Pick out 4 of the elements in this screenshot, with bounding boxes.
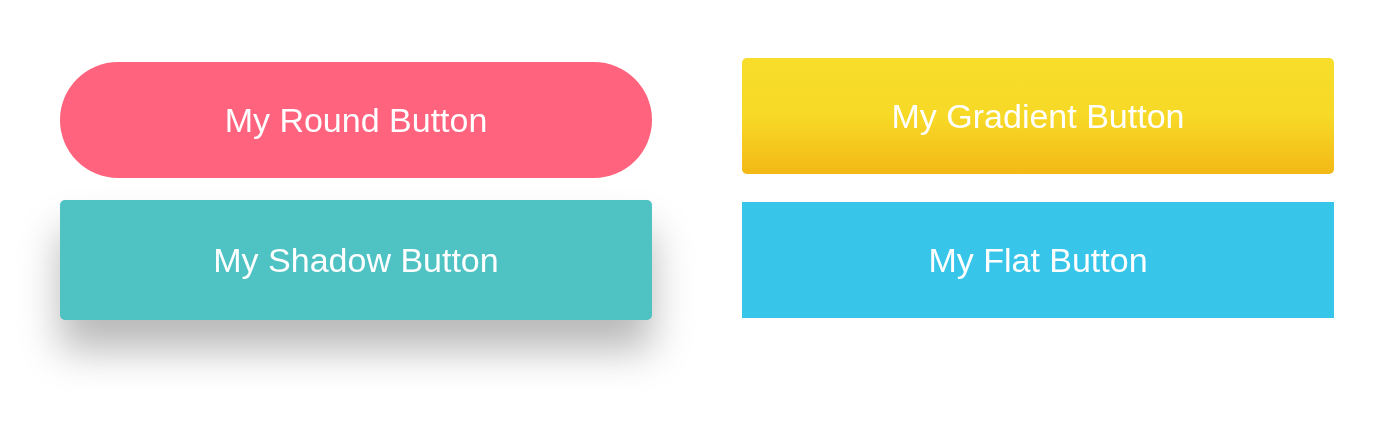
button[interactable]: My Shadow Button	[60, 200, 652, 320]
button[interactable]: My Gradient Button	[742, 58, 1334, 174]
button[interactable]: My Round Button	[60, 62, 652, 178]
button[interactable]: My Flat Button	[742, 202, 1334, 318]
